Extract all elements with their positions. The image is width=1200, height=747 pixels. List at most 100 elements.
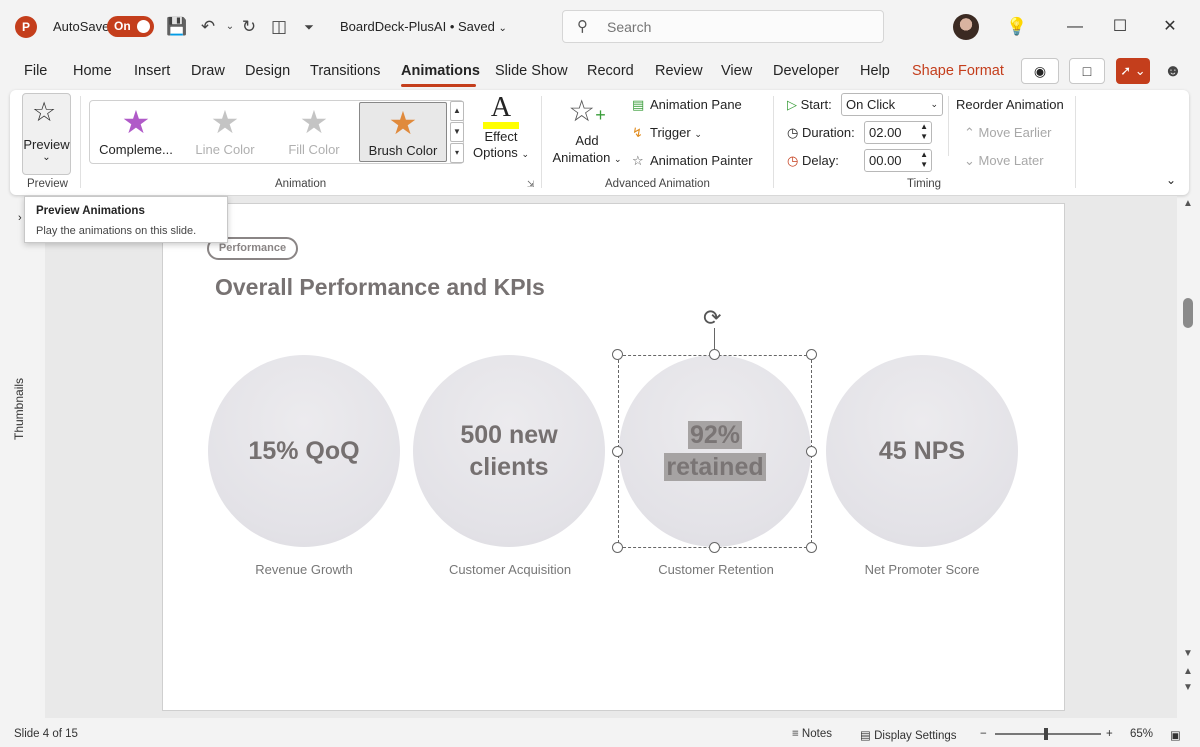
gallery-more-icon[interactable]: ▾ bbox=[450, 143, 464, 163]
gallery-item-brush-color[interactable]: ★ Brush Color bbox=[359, 102, 447, 162]
resize-handle-se[interactable] bbox=[806, 542, 817, 553]
spinner-arrows-icon[interactable]: ▲ ▼ bbox=[920, 122, 928, 142]
user-avatar[interactable] bbox=[953, 14, 979, 40]
fit-to-window-icon[interactable]: ▣ bbox=[1170, 728, 1181, 742]
resize-handle-s[interactable] bbox=[709, 542, 720, 553]
gallery-item-line-color[interactable]: ★ Line Color bbox=[181, 102, 269, 162]
resize-handle-n[interactable] bbox=[709, 349, 720, 360]
gallery-scroll-up-icon[interactable]: ▲ bbox=[450, 101, 464, 121]
tab-record[interactable]: Record bbox=[587, 63, 634, 79]
animation-painter-button[interactable]: ☆ Animation Painter bbox=[632, 153, 753, 169]
delay-input[interactable]: 00.00 ▲ ▼ bbox=[864, 149, 932, 172]
search-box[interactable]: ⚲ bbox=[562, 10, 884, 43]
tab-slide-show[interactable]: Slide Show bbox=[495, 63, 568, 79]
add-animation-button[interactable]: ☆+ Add Animation ⌄ bbox=[548, 95, 626, 167]
vertical-scrollbar[interactable]: ▲ ▼ ▲ ▼ bbox=[1178, 196, 1198, 716]
spinner-arrows-icon[interactable]: ▲ ▼ bbox=[920, 150, 928, 170]
kpi-label[interactable]: Customer Acquisition bbox=[410, 562, 610, 577]
record-button[interactable]: ◉ bbox=[1021, 58, 1059, 84]
thumbnails-rail[interactable]: › Thumbnails bbox=[10, 200, 40, 710]
share-button[interactable]: ➚ ⌄ bbox=[1116, 58, 1150, 84]
notes-icon: ≡ bbox=[792, 728, 799, 740]
tab-help[interactable]: Help bbox=[860, 63, 890, 79]
tab-insert[interactable]: Insert bbox=[134, 63, 170, 79]
maximize-icon[interactable]: ☐ bbox=[1105, 14, 1135, 40]
tab-file[interactable]: File bbox=[24, 63, 47, 79]
tab-view[interactable]: View bbox=[721, 63, 752, 79]
scroll-thumb[interactable] bbox=[1183, 298, 1193, 328]
gallery-item-fill-color[interactable]: ★ Fill Color bbox=[270, 102, 358, 162]
comments-button[interactable]: □ bbox=[1069, 58, 1105, 84]
present-icon[interactable]: ◫ bbox=[267, 15, 291, 39]
trigger-button[interactable]: ↯ Trigger ⌄ bbox=[632, 125, 702, 141]
record-icon: ◉ bbox=[1033, 63, 1047, 79]
tab-shape-format[interactable]: Shape Format bbox=[912, 63, 1004, 79]
tab-review[interactable]: Review bbox=[655, 63, 703, 79]
display-settings-button[interactable]: ▤ Display Settings bbox=[860, 728, 957, 742]
tab-transitions[interactable]: Transitions bbox=[310, 63, 380, 79]
search-icon: ⚲ bbox=[577, 18, 588, 35]
kpi-label[interactable]: Net Promoter Score bbox=[822, 562, 1022, 577]
effect-options-button[interactable]: A Effect Options ⌄ bbox=[470, 94, 532, 166]
tab-home[interactable]: Home bbox=[73, 63, 112, 79]
resize-handle-w[interactable] bbox=[612, 446, 623, 457]
notes-button[interactable]: ≡ Notes bbox=[792, 728, 832, 740]
redo-icon[interactable]: ↻ bbox=[237, 15, 261, 39]
resize-handle-nw[interactable] bbox=[612, 349, 623, 360]
save-icon[interactable]: 💾 bbox=[165, 15, 189, 39]
dialog-launcher-icon[interactable]: ⇲ bbox=[527, 179, 535, 190]
star-gray-icon: ★ bbox=[299, 104, 329, 140]
zoom-in-icon[interactable]: + bbox=[1106, 728, 1113, 740]
zoom-slider-thumb[interactable] bbox=[1044, 728, 1048, 740]
tab-design[interactable]: Design bbox=[245, 63, 290, 79]
lightbulb-icon[interactable]: 💡 bbox=[1005, 15, 1029, 39]
kpi-label[interactable]: Customer Retention bbox=[616, 562, 816, 577]
zoom-slider-track[interactable] bbox=[995, 733, 1101, 735]
scroll-up-icon[interactable]: ▲ bbox=[1183, 198, 1193, 209]
gallery-scroll-down-icon[interactable]: ▼ bbox=[450, 122, 464, 142]
group-label-animation: Animation bbox=[275, 178, 327, 190]
lightning-icon: ↯ bbox=[632, 125, 643, 140]
resize-handle-e[interactable] bbox=[806, 446, 817, 457]
collapse-ribbon-icon[interactable]: ⌄ bbox=[1166, 173, 1176, 187]
start-select[interactable]: On Click ⌄ bbox=[841, 93, 943, 116]
autosave-toggle[interactable]: On bbox=[107, 16, 154, 37]
next-slide-icon[interactable]: ▼ bbox=[1183, 682, 1193, 693]
kpi-label[interactable]: Revenue Growth bbox=[204, 562, 404, 577]
prev-slide-icon[interactable]: ▲ bbox=[1183, 666, 1193, 677]
animation-pane-button[interactable]: ▤ Animation Pane bbox=[632, 97, 742, 113]
copilot-icon[interactable]: ☻ bbox=[1161, 59, 1185, 83]
move-earlier-button[interactable]: ⌃ Move Earlier bbox=[964, 125, 1052, 141]
slide-title[interactable]: Overall Performance and KPIs bbox=[215, 274, 545, 301]
kpi-circle-nps[interactable]: 45 NPS bbox=[826, 355, 1018, 547]
close-icon[interactable]: ✕ bbox=[1155, 14, 1185, 40]
group-label-advanced-animation: Advanced Animation bbox=[605, 178, 710, 190]
autosave-label: AutoSave bbox=[53, 19, 110, 34]
kpi-circle-acquisition[interactable]: 500 new clients bbox=[413, 355, 605, 547]
undo-icon[interactable]: ↶ bbox=[196, 15, 220, 39]
preview-button[interactable]: ☆ Preview ⌄ bbox=[22, 93, 71, 175]
duration-input[interactable]: 02.00 ▲ ▼ bbox=[864, 121, 932, 144]
tab-draw[interactable]: Draw bbox=[191, 63, 225, 79]
resize-handle-ne[interactable] bbox=[806, 349, 817, 360]
document-title[interactable]: BoardDeck-PlusAI • Saved ⌄ bbox=[340, 19, 507, 34]
group-divider bbox=[948, 96, 949, 156]
group-divider bbox=[773, 96, 774, 188]
minimize-icon[interactable]: — bbox=[1060, 14, 1090, 40]
gallery-item-complementary[interactable]: ★ Compleme... bbox=[92, 102, 180, 162]
zoom-out-icon[interactable]: − bbox=[980, 728, 987, 740]
rotate-handle-icon[interactable]: ⟳ bbox=[703, 305, 721, 331]
powerpoint-logo-icon: P bbox=[15, 16, 37, 38]
kpi-circle-revenue[interactable]: 15% QoQ bbox=[208, 355, 400, 547]
resize-handle-sw[interactable] bbox=[612, 542, 623, 553]
search-input[interactable] bbox=[607, 19, 867, 35]
move-later-button[interactable]: ⌄ Move Later bbox=[964, 153, 1044, 169]
effect-options-label: Effect bbox=[484, 129, 518, 144]
expand-icon[interactable]: › bbox=[18, 212, 22, 224]
group-divider bbox=[80, 96, 81, 188]
zoom-level[interactable]: 65% bbox=[1130, 728, 1153, 740]
customize-toolbar-icon[interactable]: ⏷ bbox=[297, 15, 321, 39]
scroll-down-icon[interactable]: ▼ bbox=[1183, 648, 1193, 659]
tab-developer[interactable]: Developer bbox=[773, 63, 839, 79]
tab-animations[interactable]: Animations bbox=[401, 63, 480, 79]
